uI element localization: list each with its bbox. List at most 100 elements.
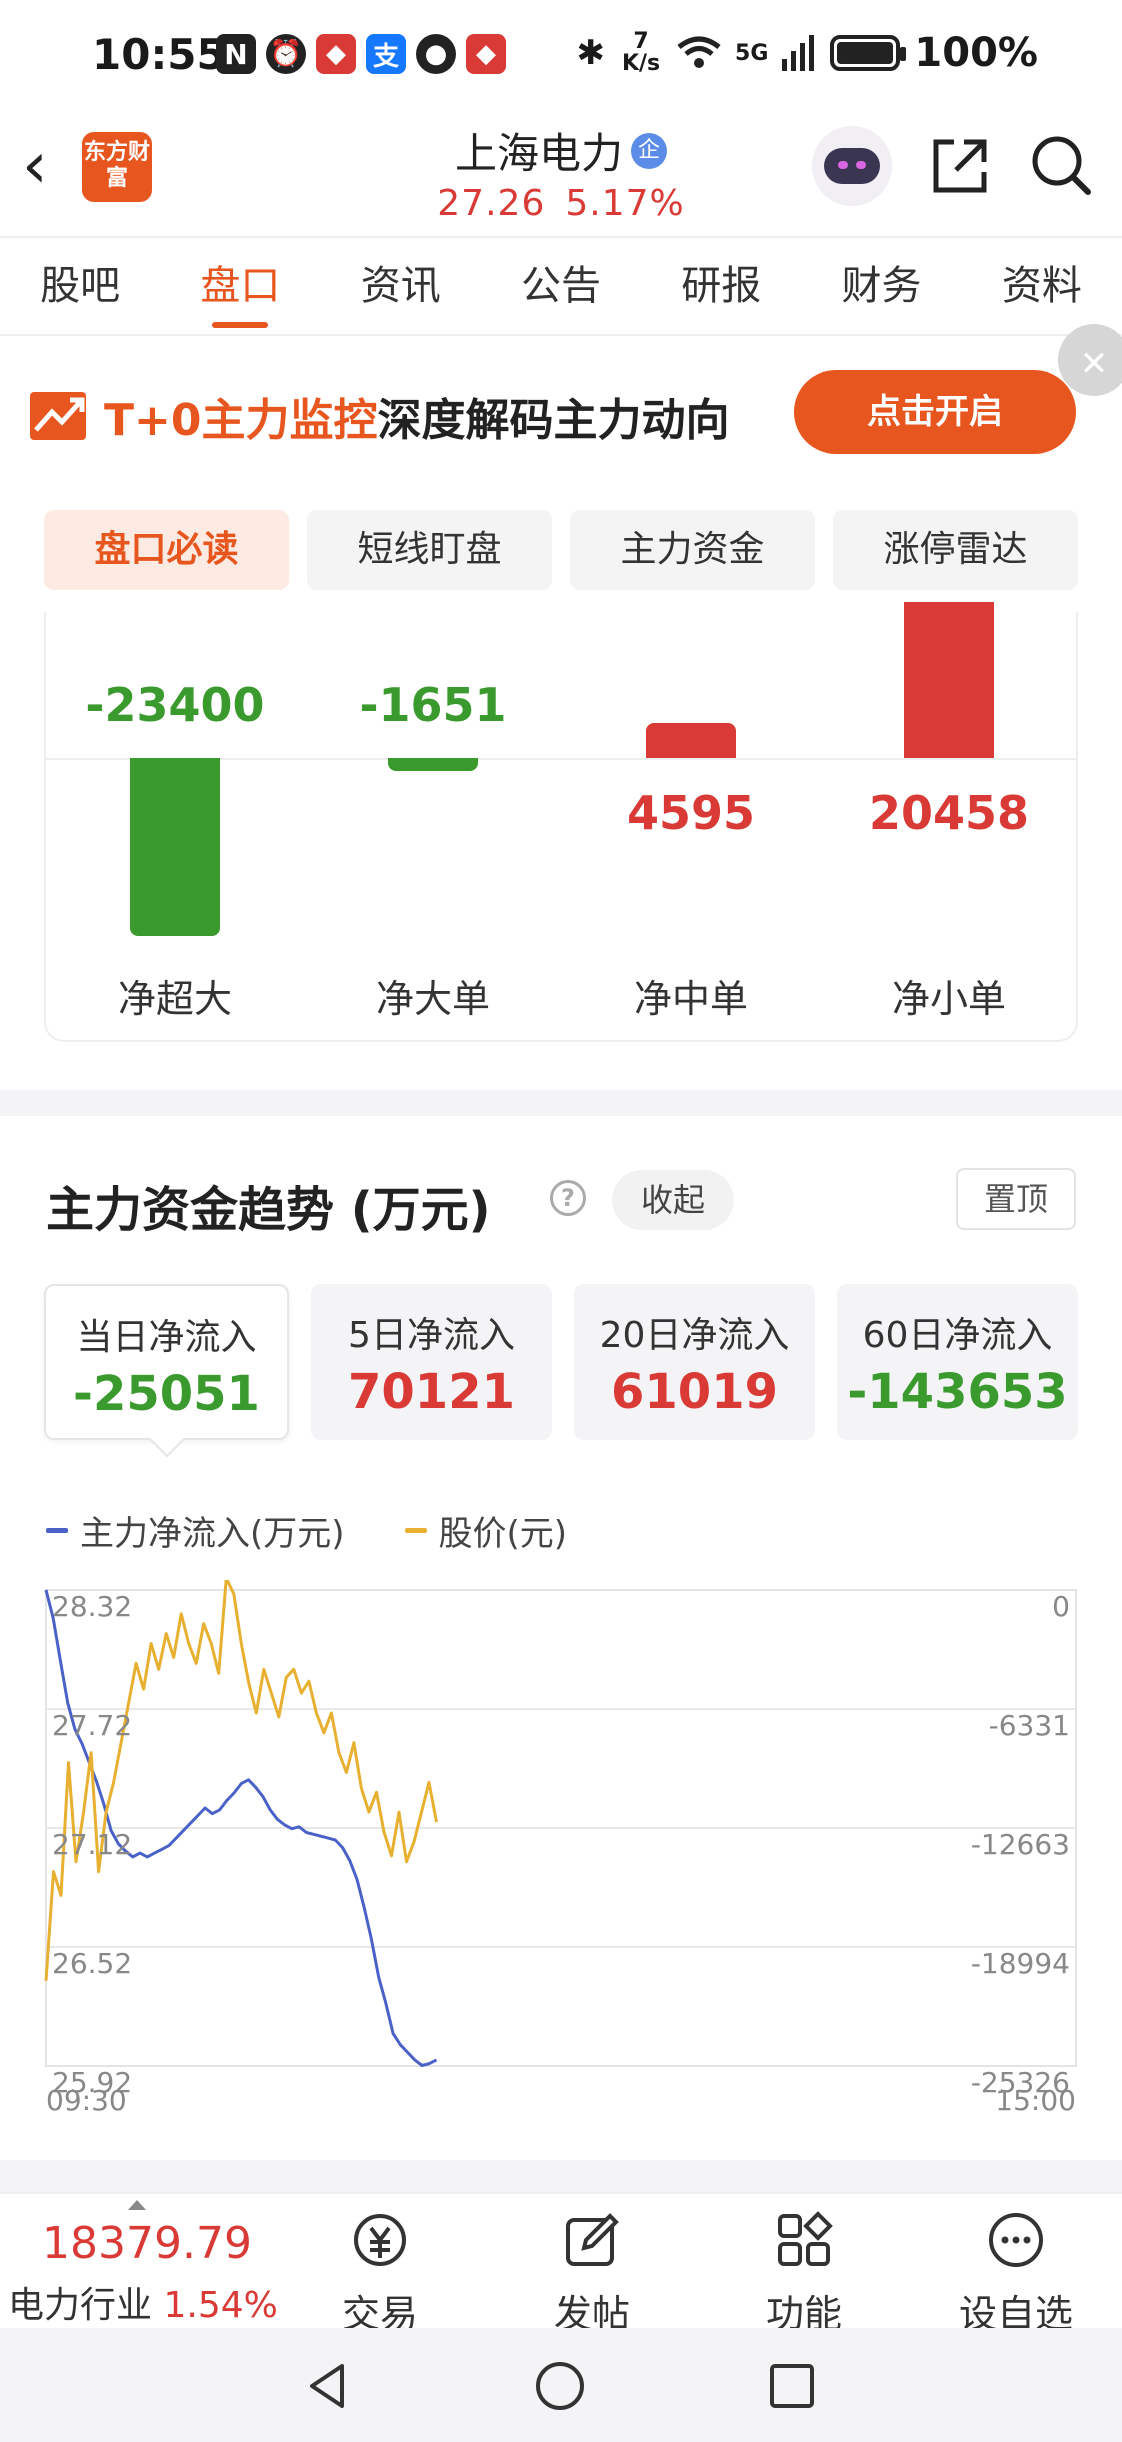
bar-mark [904,602,994,758]
sector-index-value[interactable]: 18379.79 [42,2218,252,2269]
bar-category-label: 净超大 [117,977,232,1021]
functions-button[interactable]: 功能 [734,2210,874,2338]
bar-value-label: 4595 [626,786,756,840]
trade-button[interactable]: 交易 [310,2210,450,2338]
bar-mark [388,758,478,771]
bar-column: -23400 净超大 [46,612,304,1042]
tab-profile[interactable]: 资料 [962,238,1122,334]
flow-card-value: 70121 [348,1364,515,1420]
enterprise-badge: 企 [631,132,667,169]
price-series-line [44,1580,438,1981]
sector-name: 电力行业 [8,2285,153,2326]
x-axis-end: 15:00 [995,2084,1076,2117]
sector-index[interactable]: 电力行业 1.54% [8,2276,278,2328]
wechat-icon: ● [416,34,456,74]
status-notification-icons: N ⏰ ◆ 支 ● ◆ [216,34,506,74]
flow-card-label: 60日净流入 [862,1315,1053,1356]
legend-label: 主力净流入(万元) [80,1514,345,1554]
right-axis-tick: 0 [1052,1590,1070,1623]
trend-line-chart: 28.3227.7227.1226.5225.920-6331-12663-18… [44,1580,1077,2117]
right-axis-tick: -18994 [971,1947,1070,1980]
enable-button[interactable]: 点击开启 [794,370,1076,454]
post-button[interactable]: 发帖 [522,2210,662,2338]
flow-card-value: -25051 [73,1366,260,1422]
status-time: 10:55 [92,30,226,79]
bar-category-label: 净小单 [891,977,1006,1021]
alarm-icon: ⏰ [266,34,306,74]
legend-swatch [46,1528,68,1533]
price-line: 27.26 5.17% [380,183,742,224]
close-icon[interactable]: ✕ [1058,324,1122,396]
left-axis-tick: 27.12 [52,1828,132,1861]
bar-value-label: -23400 [85,678,265,732]
tab-pankou[interactable]: 盘口 [160,238,320,334]
back-icon[interactable]: ‹ [22,134,48,198]
flow-card-value: 61019 [611,1364,778,1420]
battery-level: 100% [914,30,1038,76]
legend-item: 主力净流入(万元) [46,1506,345,1555]
search-icon[interactable] [1028,132,1094,198]
net-flow-bar-chart: -23400 净超大 -1651 净大单 4595 净中单 20458 净小单 [44,602,1078,1042]
left-axis-tick: 27.72 [52,1709,132,1742]
trend-chart-icon [30,392,86,440]
right-axis-tick: -6331 [989,1709,1070,1742]
promo-banner[interactable]: ✕ T+0主力监控深度解码主力动向 点击开启 [0,324,1122,486]
flow-card-label: 5日净流入 [348,1315,515,1356]
right-axis-tick: -12663 [971,1828,1070,1861]
flow-summary-cards: 当日净流入 -25051 5日净流入 70121 20日净流入 61019 60… [44,1284,1078,1440]
legend-swatch [404,1528,427,1533]
add-watchlist-button[interactable]: 设自选 [946,2210,1086,2338]
flow-card-5d[interactable]: 5日净流入 70121 [311,1284,552,1440]
bar-category-label: 净中单 [633,977,748,1021]
app-logo[interactable]: 东方财富 [82,132,152,202]
tab-announcements[interactable]: 公告 [481,238,641,334]
ai-assistant-icon[interactable] [812,126,892,206]
left-axis-tick: 28.32 [52,1590,132,1623]
legend-item: 股价(元) [404,1506,568,1555]
flow-card-today[interactable]: 当日净流入 -25051 [44,1284,289,1440]
section-divider [0,1090,1122,1116]
tab-finance[interactable]: 财务 [801,238,961,334]
left-axis-tick: 26.52 [52,1947,132,1980]
tab-research[interactable]: 研报 [641,238,801,334]
flow-card-20d[interactable]: 20日净流入 61019 [574,1284,815,1440]
status-right: ✱ 7 K/s 5G 100% [577,30,1038,76]
help-icon[interactable]: ? [550,1180,586,1216]
tmall-icon: ◆ [466,34,506,74]
chart-legend: 主力净流入(万元) 股价(元) [46,1506,567,1555]
tab-news[interactable]: 资讯 [321,238,481,334]
nav-back-icon[interactable] [298,2356,358,2416]
share-icon[interactable] [928,134,992,198]
expand-up-icon[interactable] [128,2200,146,2210]
collapse-button[interactable]: 收起 [612,1170,734,1230]
battery-icon [830,35,907,71]
subtab-main-funds[interactable]: 主力资金 [570,510,815,590]
shopping-app-icon: ◆ [316,34,356,74]
flow-card-label: 20日净流入 [599,1315,790,1356]
nav-recents-icon[interactable] [762,2356,822,2416]
banner-text: 深度解码主力动向 [377,395,730,446]
nav-home-icon[interactable] [530,2356,590,2416]
network-type: 5G [735,40,769,66]
section-title: 主力资金趋势 (万元) [46,1182,491,1238]
bottom-toolbar: 18379.79 电力行业 1.54% 交易 发帖 功能 设自选 [0,2192,1122,2336]
subtab-must-read[interactable]: 盘口必读 [44,510,289,590]
subtab-short-term[interactable]: 短线盯盘 [307,510,552,590]
more-dots-icon [989,2213,1043,2267]
subtab-limit-up-radar[interactable]: 涨停雷达 [833,510,1078,590]
net-speed: 7 K/s [621,29,661,76]
bar-column: -1651 净大单 [304,612,562,1042]
legend-label: 股价(元) [438,1514,568,1554]
flow-card-label: 当日净流入 [76,1317,257,1358]
tab-guba[interactable]: 股吧 [0,238,160,334]
yuan-exchange-icon [354,2214,406,2266]
bar-column: 20458 净小单 [820,602,1078,1042]
flow-card-60d[interactable]: 60日净流入 -143653 [837,1284,1078,1440]
stock-title: 上海电力 企 27.26 5.17% [380,120,742,224]
flow-card-value: -143653 [847,1364,1068,1420]
pin-to-top-button[interactable]: 置顶 [956,1168,1076,1230]
nfc-icon: N [216,34,256,74]
stock-name: 上海电力 [454,129,623,178]
bar-mark [130,758,220,936]
signal-icon [782,35,815,71]
